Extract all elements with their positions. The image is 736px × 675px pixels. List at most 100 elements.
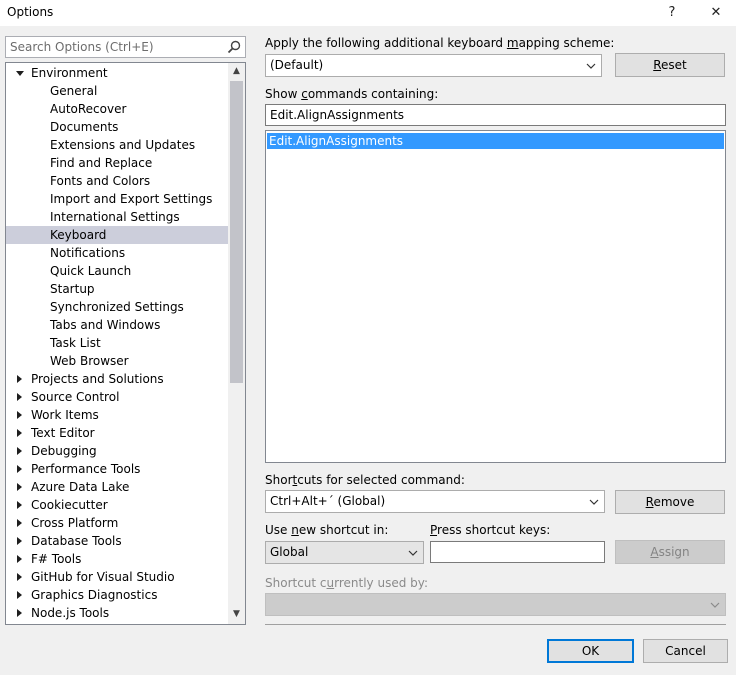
help-button[interactable]: ? xyxy=(657,2,687,24)
tree-item-label: AutoRecover xyxy=(50,102,127,116)
window-title: Options xyxy=(7,5,54,19)
chevron-down-icon xyxy=(586,63,596,69)
search-placeholder: Search Options (Ctrl+E) xyxy=(10,40,154,54)
tree-item[interactable]: Keyboard xyxy=(6,226,228,244)
tree-item-label: Find and Replace xyxy=(50,156,153,170)
tree-item-label: Quick Launch xyxy=(50,264,132,278)
tree-item[interactable]: Task List xyxy=(6,334,228,352)
tree-item[interactable]: GitHub for Visual Studio xyxy=(6,568,228,586)
tree-item-label: Debugging xyxy=(31,444,97,458)
collapsed-arrow-icon[interactable] xyxy=(17,411,22,419)
collapsed-arrow-icon[interactable] xyxy=(17,429,22,437)
chevron-down-icon xyxy=(589,499,599,505)
press-shortcut-input[interactable] xyxy=(430,541,605,563)
chevron-down-icon xyxy=(710,602,720,608)
use-new-shortcut-label: Use new shortcut in: xyxy=(265,523,389,537)
collapsed-arrow-icon[interactable] xyxy=(17,537,22,545)
tree-item[interactable]: Debugging xyxy=(6,442,228,460)
tree-item[interactable]: Import and Export Settings xyxy=(6,190,228,208)
search-icon[interactable] xyxy=(227,40,241,54)
tree-item[interactable]: Node.js Tools xyxy=(6,604,228,622)
tree-scrollbar[interactable]: ▲ ▼ xyxy=(228,63,245,624)
tree-item-label: F# Tools xyxy=(31,552,82,566)
tree-item-label: Performance Tools xyxy=(31,462,141,476)
tree-item-label: Text Editor xyxy=(31,426,95,440)
tree-item[interactable]: Tabs and Windows xyxy=(6,316,228,334)
ok-button[interactable]: OK xyxy=(547,639,634,663)
tree-item[interactable]: Synchronized Settings xyxy=(6,298,228,316)
cancel-button[interactable]: Cancel xyxy=(643,639,728,663)
commands-list[interactable]: Edit.AlignAssignments xyxy=(265,130,726,463)
tree-item[interactable]: Fonts and Colors xyxy=(6,172,228,190)
commands-filter-input[interactable]: Edit.AlignAssignments xyxy=(265,104,726,126)
press-shortcut-label: Press shortcut keys: xyxy=(430,523,551,537)
tree-item[interactable]: Notifications xyxy=(6,244,228,262)
collapsed-arrow-icon[interactable] xyxy=(17,465,22,473)
tree-item[interactable]: AutoRecover xyxy=(6,100,228,118)
collapsed-arrow-icon[interactable] xyxy=(17,393,22,401)
tree-item-label: Task List xyxy=(50,336,101,350)
tree-item[interactable]: Quick Launch xyxy=(6,262,228,280)
tree-item[interactable]: Environment xyxy=(6,64,228,82)
scroll-down-icon[interactable]: ▼ xyxy=(228,606,245,623)
options-tree[interactable]: Environment General AutoRecover Documents Ex… xyxy=(5,62,246,625)
collapsed-arrow-icon[interactable] xyxy=(17,555,22,563)
tree-item[interactable]: Extensions and Updates xyxy=(6,136,228,154)
commands-filter-value: Edit.AlignAssignments xyxy=(270,108,405,122)
collapsed-arrow-icon[interactable] xyxy=(17,573,22,581)
tree-item-label: Startup xyxy=(50,282,95,296)
tree-item-label: Import and Export Settings xyxy=(50,192,213,206)
list-item[interactable]: Edit.AlignAssignments xyxy=(267,133,724,149)
tree-item-label: Web Browser xyxy=(50,354,129,368)
mapping-scheme-value: (Default) xyxy=(270,58,324,72)
tree-item[interactable]: F# Tools xyxy=(6,550,228,568)
tree-item[interactable]: Documents xyxy=(6,118,228,136)
tree-item[interactable]: International Settings xyxy=(6,208,228,226)
tree-item[interactable]: Work Items xyxy=(6,406,228,424)
tree-item[interactable]: General xyxy=(6,82,228,100)
title-bar: Options ? ✕ xyxy=(0,0,736,26)
tree-item[interactable]: Azure Data Lake xyxy=(6,478,228,496)
close-button[interactable]: ✕ xyxy=(701,2,731,24)
tree-item[interactable]: Cookiecutter xyxy=(6,496,228,514)
mapping-scheme-select[interactable]: (Default) xyxy=(265,54,602,77)
tree-item[interactable]: Text Editor xyxy=(6,424,228,442)
search-input[interactable]: Search Options (Ctrl+E) xyxy=(5,36,246,58)
collapsed-arrow-icon[interactable] xyxy=(17,609,22,617)
tree-item[interactable]: Source Control xyxy=(6,388,228,406)
show-commands-label: Show commands containing: xyxy=(265,87,439,101)
tree-item[interactable]: Projects and Solutions xyxy=(6,370,228,388)
tree-item[interactable]: Web Browser xyxy=(6,352,228,370)
tree-item[interactable]: Performance Tools xyxy=(6,460,228,478)
tree-item[interactable]: Find and Replace xyxy=(6,154,228,172)
tree-item-label: Cross Platform xyxy=(31,516,119,530)
scroll-up-icon[interactable]: ▲ xyxy=(228,63,245,80)
tree-item-label: Graphics Diagnostics xyxy=(31,588,158,602)
chevron-down-icon xyxy=(408,550,418,556)
tree-item-label: Work Items xyxy=(31,408,99,422)
scrollbar-thumb[interactable] xyxy=(230,81,243,383)
shortcuts-select[interactable]: Ctrl+Alt+´ (Global) xyxy=(265,490,605,513)
remove-button[interactable]: Remove xyxy=(615,490,725,514)
tree-item[interactable]: Startup xyxy=(6,280,228,298)
tree-item-label: Azure Data Lake xyxy=(31,480,130,494)
use-new-shortcut-select[interactable]: Global xyxy=(265,541,424,564)
collapsed-arrow-icon[interactable] xyxy=(17,447,22,455)
tree-item-label: International Settings xyxy=(50,210,180,224)
currently-used-by-select[interactable] xyxy=(265,593,726,616)
collapsed-arrow-icon[interactable] xyxy=(17,483,22,491)
currently-used-by-label: Shortcut currently used by: xyxy=(265,576,429,590)
reset-button[interactable]: Reset xyxy=(615,53,725,77)
tree-item[interactable]: Graphics Diagnostics xyxy=(6,586,228,604)
mapping-scheme-label: Apply the following additional keyboard … xyxy=(265,36,615,50)
collapsed-arrow-icon[interactable] xyxy=(17,591,22,599)
assign-button[interactable]: Assign xyxy=(615,540,725,564)
tree-item[interactable]: Database Tools xyxy=(6,532,228,550)
collapsed-arrow-icon[interactable] xyxy=(17,501,22,509)
expanded-arrow-icon[interactable] xyxy=(16,71,24,76)
shortcuts-label: Shortcuts for selected command: xyxy=(265,473,465,487)
tree-item-label: Extensions and Updates xyxy=(50,138,196,152)
collapsed-arrow-icon[interactable] xyxy=(17,519,22,527)
collapsed-arrow-icon[interactable] xyxy=(17,375,22,383)
tree-item[interactable]: Cross Platform xyxy=(6,514,228,532)
